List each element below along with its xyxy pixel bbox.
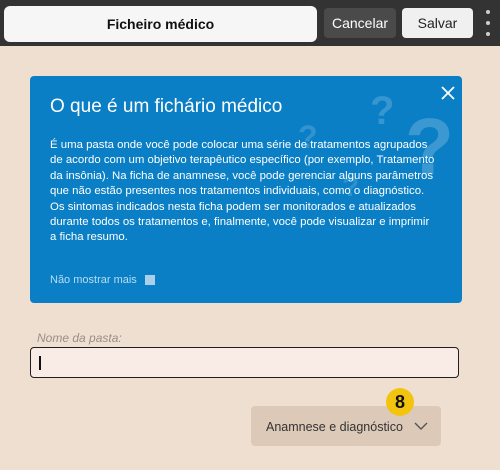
dont-show-again[interactable]: Não mostrar mais [50, 274, 155, 286]
svg-text:?: ? [370, 89, 394, 133]
info-card: ? ? ? ? O que é um fichário médico É uma… [30, 76, 462, 303]
cancel-button[interactable]: Cancelar [324, 8, 396, 38]
folder-name-label: Nome da pasta: [37, 331, 122, 345]
dont-show-label: Não mostrar mais [50, 274, 137, 286]
page-title: Ficheiro médico [4, 6, 317, 42]
dont-show-checkbox[interactable] [144, 275, 155, 285]
info-card-title: O que é um fichário médico [50, 96, 283, 117]
top-bar: Ficheiro médico Cancelar Salvar [0, 0, 500, 46]
text-caret [39, 356, 41, 370]
section-dropdown[interactable]: Anamnese e diagnóstico [251, 406, 441, 446]
save-button[interactable]: Salvar [402, 8, 473, 38]
folder-name-input[interactable] [30, 347, 459, 378]
close-icon[interactable] [438, 83, 458, 103]
chevron-down-icon [414, 422, 428, 430]
dropdown-selected: Anamnese e diagnóstico [266, 420, 403, 434]
step-badge: 8 [386, 388, 414, 416]
more-options-icon[interactable] [481, 10, 495, 36]
info-card-body: É uma pasta onde você pode colocar uma s… [50, 139, 435, 244]
